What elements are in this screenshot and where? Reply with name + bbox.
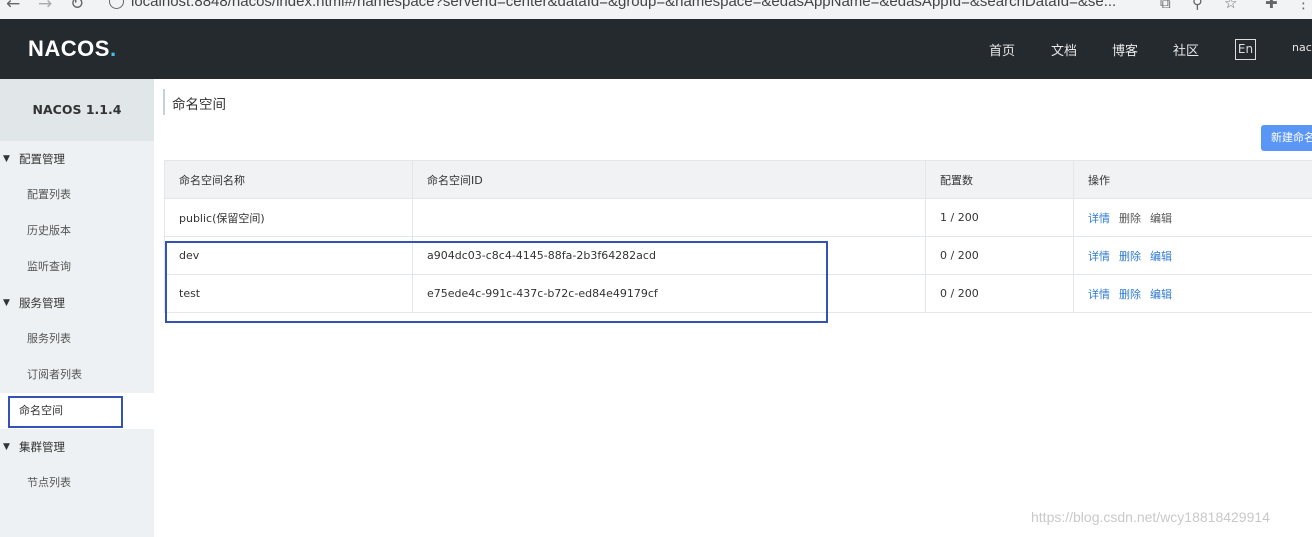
config-count: 1 / 200 [925,198,1074,237]
user-name[interactable]: nacos [1292,41,1312,54]
table-row: public(保留空间) 1 / 200 详情 删除 编辑 [164,198,1312,237]
row-actions: 详情 删除 编辑 [1073,274,1312,313]
browser-toolbar: ← → ↻ localhost:8848/nacos/index.html#/n… [0,0,1312,19]
row-actions: 详情 删除 编辑 [1073,198,1312,237]
forward-arrow-icon[interactable]: → [38,0,52,14]
sidebar: NACOS 1.1.4 ▼ 配置管理 配置列表 历史版本 监听查询 ▼ 服务管理… [0,79,154,537]
sidebar-item-label: 节点列表 [27,476,71,489]
zoom-icon[interactable]: ⚲ [1192,0,1203,12]
page-title: 命名空间 [172,97,226,113]
annotation-box [8,396,123,428]
top-header: NACOS. 首页 文档 博客 社区 En nacos [0,19,1312,79]
sidebar-item-label: 配置列表 [27,188,71,201]
extensions-icon[interactable]: ✚ [1265,0,1278,12]
back-arrow-icon[interactable]: ← [6,0,20,14]
sidebar-item-label: 监听查询 [27,260,71,273]
row-actions: 详情 删除 编辑 [1073,236,1312,275]
nacos-logo[interactable]: NACOS. [28,36,117,62]
new-namespace-button[interactable]: 新建命名空间 [1261,125,1312,151]
table-header-row: 命名空间名称 命名空间ID 配置数 操作 [164,160,1312,199]
sidebar-group-label: 集群管理 [19,440,65,454]
edit-link[interactable]: 编辑 [1150,250,1172,263]
nav-home-link[interactable]: 首页 [989,40,1015,59]
nav-docs-link[interactable]: 文档 [1051,40,1077,59]
bookmark-star-icon[interactable]: ☆ [1224,0,1237,12]
col-header-count: 配置数 [925,160,1074,199]
details-link[interactable]: 详情 [1088,212,1110,225]
sidebar-item-label: 订阅者列表 [27,368,82,381]
logo-text: NACOS [28,36,110,61]
site-info-icon[interactable] [109,0,124,9]
sidebar-item-subscribers[interactable]: 订阅者列表 [0,357,154,393]
details-link[interactable]: 详情 [1088,250,1110,263]
sidebar-item-service-list[interactable]: 服务列表 [0,321,154,357]
sidebar-item-config-list[interactable]: 配置列表 [0,177,154,213]
namespace-id [412,198,926,237]
col-header-actions: 操作 [1073,160,1312,199]
sidebar-group-cluster[interactable]: ▼ 集群管理 [0,429,154,465]
sidebar-group-label: 服务管理 [19,296,65,310]
nav-blog-link[interactable]: 博客 [1112,40,1138,59]
translate-icon[interactable]: ⧉ [1160,0,1171,12]
logo-dot: . [109,36,117,61]
delete-link[interactable]: 删除 [1119,212,1141,225]
col-header-id: 命名空间ID [412,160,926,199]
config-count: 0 / 200 [925,274,1074,313]
sidebar-item-label: 服务列表 [27,332,71,345]
sidebar-item-label: 历史版本 [27,224,71,237]
watermark: https://blog.csdn.net/wcy18818429914 [1031,509,1270,525]
sidebar-group-label: 配置管理 [19,152,65,166]
details-link[interactable]: 详情 [1088,288,1110,301]
namespace-name: public(保留空间) [164,198,413,237]
edit-link[interactable]: 编辑 [1150,212,1172,225]
menu-dots-icon[interactable]: ⋮ [1296,0,1311,12]
annotation-box [165,241,828,323]
version-label: NACOS 1.1.4 [0,79,154,141]
language-toggle[interactable]: En [1235,39,1256,60]
col-header-name: 命名空间名称 [164,160,413,199]
sidebar-group-service[interactable]: ▼ 服务管理 [0,285,154,321]
sidebar-item-node-list[interactable]: 节点列表 [0,465,154,501]
sidebar-item-history[interactable]: 历史版本 [0,213,154,249]
address-bar[interactable]: localhost:8848/nacos/index.html#/namespa… [131,0,1116,10]
edit-link[interactable]: 编辑 [1150,288,1172,301]
caret-down-icon: ▼ [3,442,10,452]
sidebar-item-listener-query[interactable]: 监听查询 [0,249,154,285]
reload-icon[interactable]: ↻ [70,0,84,14]
caret-down-icon: ▼ [3,298,10,308]
sidebar-item-namespace[interactable]: 命名空间 [0,393,154,429]
title-accent-bar [163,89,165,115]
nav-community-link[interactable]: 社区 [1173,40,1199,59]
delete-link[interactable]: 删除 [1119,288,1141,301]
config-count: 0 / 200 [925,236,1074,275]
caret-down-icon: ▼ [3,154,10,164]
delete-link[interactable]: 删除 [1119,250,1141,263]
sidebar-group-config[interactable]: ▼ 配置管理 [0,141,154,177]
